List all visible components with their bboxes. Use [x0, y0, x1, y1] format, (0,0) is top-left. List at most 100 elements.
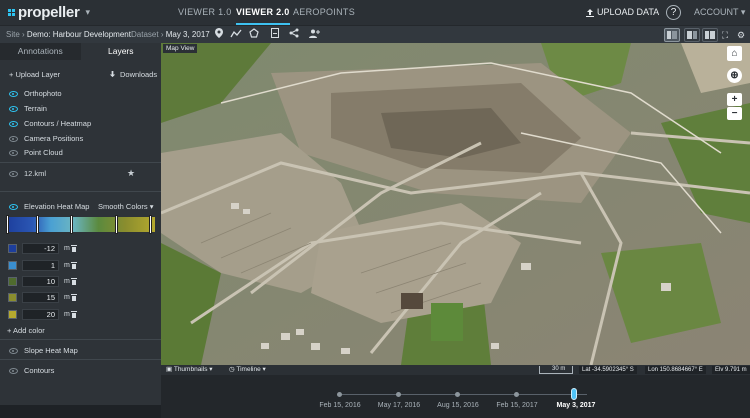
trash-icon[interactable] [71, 294, 77, 301]
color-stop-row: 1 m [0, 260, 161, 273]
gradient-stop-handle[interactable] [36, 215, 39, 234]
timeline-point[interactable] [455, 392, 460, 397]
color-swatch[interactable] [8, 310, 17, 319]
trash-icon[interactable] [71, 245, 77, 252]
timeline-date[interactable]: Feb 15, 2017 [490, 402, 544, 409]
dataset-selector[interactable]: Dataset › May 3, 2017 [131, 26, 210, 44]
trash-icon[interactable] [71, 262, 77, 269]
elevation-value-input[interactable]: 1 [22, 260, 59, 271]
help-button[interactable]: ? [666, 5, 681, 20]
site-value: Demo: Harbour Development [26, 30, 131, 39]
polygon-icon[interactable] [247, 28, 261, 42]
tab-layers[interactable]: Layers [80, 43, 161, 60]
settings-icon[interactable]: ⚙ [734, 28, 748, 42]
layout-map-sidebar-button[interactable] [664, 28, 680, 42]
add-color-label: + Add color [7, 326, 45, 335]
color-stop-row: 20 m [0, 309, 161, 322]
aerial-imagery [161, 43, 750, 365]
pdf-report-icon[interactable] [268, 28, 282, 42]
gradient-stop-handle[interactable] [6, 215, 9, 234]
compass-icon[interactable]: ⊕ [727, 68, 742, 83]
dataset-value: May 3, 2017 [165, 30, 210, 39]
timeline-date-selected[interactable]: May 3, 2017 [549, 402, 603, 409]
timeline-point[interactable] [514, 392, 519, 397]
layer-label: Terrain [24, 104, 47, 113]
timeline-track [337, 394, 587, 395]
tab-aeropoints[interactable]: AEROPOINTS [293, 0, 355, 25]
visibility-eye-icon[interactable] [9, 348, 18, 354]
chevron-down-icon[interactable]: ▾ [85, 7, 90, 18]
account-menu[interactable]: ACCOUNT ▾ [694, 0, 745, 25]
elevation-readout: Elv 9.791 m [712, 366, 750, 374]
map-view-label: Map View [163, 44, 198, 53]
chevron-down-icon: ▾ [149, 202, 154, 211]
visibility-eye-icon[interactable] [9, 204, 18, 210]
layer-label: Contours / Heatmap [24, 119, 92, 128]
tab-viewer-1[interactable]: VIEWER 1.0 [178, 0, 232, 25]
layer-label: 12.kml [24, 169, 47, 178]
tab-annotations[interactable]: Annotations [0, 43, 81, 60]
trash-icon[interactable] [71, 311, 77, 318]
visibility-eye-icon[interactable] [9, 91, 18, 97]
color-swatch[interactable] [8, 293, 17, 302]
visibility-eye-icon[interactable] [9, 136, 18, 142]
visibility-eye-icon[interactable] [9, 171, 18, 177]
color-swatch[interactable] [8, 244, 17, 253]
color-swatch[interactable] [8, 261, 17, 270]
timeline-date[interactable]: May 17, 2016 [372, 402, 426, 409]
star-icon[interactable]: ★ [127, 168, 135, 179]
unit-label: m [64, 245, 70, 252]
gradient-stop-handle[interactable] [70, 215, 73, 234]
upload-layer-label: + Upload Layer [9, 70, 61, 79]
scale-label: 30 m [552, 366, 566, 372]
longitude-readout: Lon 150.8684667° E [645, 366, 706, 374]
color-mode-select[interactable]: Smooth Colors ▾ [98, 202, 158, 211]
fullscreen-icon[interactable]: ⛶ [718, 28, 732, 42]
timeline-point[interactable] [337, 392, 342, 397]
timeline-date[interactable]: Aug 15, 2016 [431, 402, 485, 409]
add-user-icon[interactable] [307, 28, 321, 42]
download-icon [109, 71, 116, 78]
upload-icon [586, 8, 594, 17]
visibility-eye-icon[interactable] [9, 121, 18, 127]
layout-split-button[interactable] [684, 28, 700, 42]
visibility-eye-icon[interactable] [9, 106, 18, 112]
timeline-selected-point[interactable] [571, 388, 577, 400]
gradient-stop-handle[interactable] [115, 215, 118, 234]
layout-side-by-side-button[interactable] [702, 28, 718, 42]
tab-viewer-2[interactable]: VIEWER 2.0 [236, 0, 290, 25]
home-icon[interactable]: ⌂ [727, 46, 742, 61]
zoom-in-button[interactable]: + [727, 93, 742, 106]
aerial-map-view[interactable]: Map View ⌂ ⊕ + − [161, 43, 750, 365]
chevron-down-icon: ▾ [260, 366, 266, 373]
timeline-point[interactable] [396, 392, 401, 397]
thumbnails-label: Thumbnails [173, 366, 208, 373]
propeller-logo[interactable]: propeller ▾ [8, 4, 90, 21]
color-swatch[interactable] [8, 277, 17, 286]
polyline-icon[interactable] [229, 28, 243, 42]
trash-icon[interactable] [71, 278, 77, 285]
site-selector[interactable]: Site › Demo: Harbour Development [6, 26, 131, 44]
map-scale-bar: 30 m [539, 366, 573, 374]
share-icon[interactable] [287, 28, 301, 42]
upload-data-button[interactable]: UPLOAD DATA [586, 0, 659, 25]
layer-label: Point Cloud [24, 148, 63, 157]
thumbnails-toggle[interactable]: ▣ Thumbnails ▾ [166, 365, 213, 375]
visibility-eye-icon[interactable] [9, 150, 18, 156]
zoom-out-button[interactable]: − [727, 107, 742, 120]
color-stop-row: 10 m [0, 276, 161, 289]
elevation-value-input[interactable]: 20 [22, 309, 59, 320]
unit-label: m [64, 278, 70, 285]
elevation-value-input[interactable]: 15 [22, 292, 59, 303]
elevation-value-input[interactable]: -12 [22, 243, 59, 254]
visibility-eye-icon[interactable] [9, 368, 18, 374]
downloads-label: Downloads [120, 70, 158, 79]
elevation-value-input[interactable]: 10 [22, 276, 59, 287]
layers-sidebar: Annotations Layers + Upload Layer Downlo… [0, 43, 161, 405]
timeline-date[interactable]: Feb 15, 2016 [313, 402, 367, 409]
gradient-stop-handle[interactable] [149, 215, 152, 234]
location-pin-icon[interactable] [212, 28, 226, 42]
timeline-toggle[interactable]: ◷ Timeline ▾ [229, 365, 266, 375]
unit-label: m [64, 294, 70, 301]
site-toolbar: Site › Demo: Harbour Development Dataset… [0, 25, 750, 43]
